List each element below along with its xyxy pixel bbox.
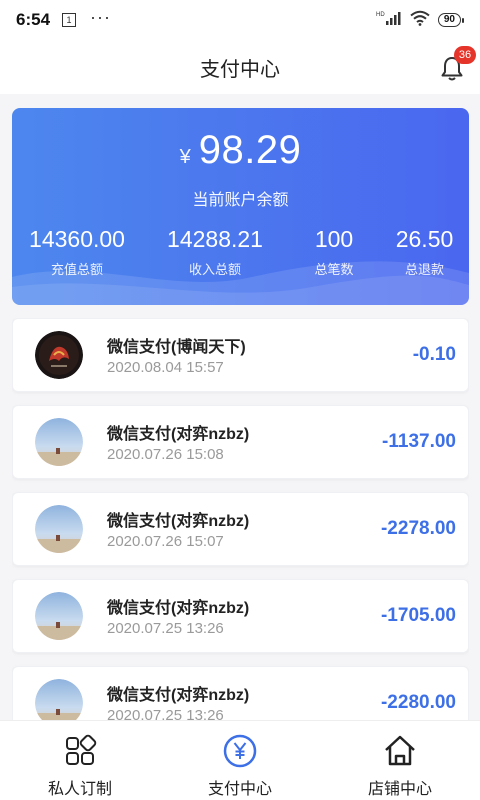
stat-value: 100 [314,226,354,252]
transaction-item[interactable]: 微信支付(对弈nzbz) 2020.07.26 15:08 -1137.00 [12,405,469,479]
sim-icon: 1 [62,13,77,27]
more-dots-icon: ··· [90,6,112,27]
transaction-title: 微信支付(对弈nzbz) [107,600,250,617]
app-header: 支付中心 36 [0,40,480,94]
transaction-amount: -0.10 [412,344,456,365]
stat-label: 总退款 [404,262,444,277]
stat-value: 14288.21 [167,226,263,252]
stat-value: 26.50 [395,226,454,252]
grid-icon [66,734,97,765]
nav-label: 私人订制 [47,781,112,798]
stats-row: 14360.00 充值总额 14288.21 收入总额 100 总笔数 26.5… [12,226,469,278]
status-indicators: HD 90 [376,10,464,31]
transaction-title: 微信支付(对弈nzbz) [107,426,250,443]
stat-count: 100 总笔数 [288,226,380,278]
battery-icon: 90 [437,13,464,27]
transaction-time: 2020.07.26 15:08 [107,446,224,463]
balance-card: ¥ 98.29 当前账户余额 14360.00 充值总额 14288.21 收入… [12,108,469,305]
stat-label: 收入总额 [188,262,241,277]
nav-item-shop[interactable]: 店铺中心 [320,721,480,800]
avatar [35,505,83,553]
transaction-item[interactable]: 微信支付(博闻天下) 2020.08.04 15:57 -0.10 [12,318,469,392]
transaction-time: 2020.07.26 15:07 [107,533,224,550]
stat-value: 14360.00 [29,226,125,252]
nav-label: 支付中心 [207,781,272,798]
network-type-label: HD [376,12,385,18]
transaction-title: 微信支付(对弈nzbz) [107,687,250,704]
transaction-time: 2020.07.25 13:26 [107,620,224,637]
avatar [35,679,83,720]
transaction-amount: -1137.00 [382,431,456,452]
status-time: 6:54 [16,10,51,29]
transaction-item[interactable]: 微信支付(对弈nzbz) 2020.07.25 13:26 -2280.00 [12,666,469,720]
nav-item-custom[interactable]: 私人订制 [0,721,160,800]
stat-income-total: 14288.21 收入总额 [142,226,288,278]
home-icon [385,735,415,766]
transaction-time: 2020.07.25 13:26 [107,707,224,720]
stat-label: 充值总额 [50,262,103,277]
balance-label: 当前账户余额 [192,192,289,209]
bottom-nav: 私人订制 支付中心 店铺中心 [0,720,480,800]
avatar [35,331,83,379]
nav-item-payment[interactable]: 支付中心 [160,721,320,800]
balance-amount: 98.29 [198,128,302,172]
avatar [35,418,83,466]
transaction-title: 微信支付(博闻天下) [107,339,246,356]
stat-recharge-total: 14360.00 充值总额 [12,226,142,278]
status-bar: 6:54 1 ··· HD 90 [0,0,480,40]
transaction-amount: -2278.00 [380,518,456,539]
stat-label: 总笔数 [314,262,354,277]
signal-icon: HD [376,10,402,31]
transaction-item[interactable]: 微信支付(对弈nzbz) 2020.07.25 13:26 -1705.00 [12,579,469,653]
page-title: 支付中心 [200,58,280,81]
balance-row: ¥ 98.29 [12,128,469,173]
currency-symbol: ¥ [179,146,191,168]
stat-refund-total: 26.50 总退款 [380,226,469,278]
transaction-time: 2020.08.04 15:57 [107,359,224,376]
transaction-list[interactable]: 微信支付(博闻天下) 2020.08.04 15:57 -0.10 微信支付(对… [12,318,469,720]
battery-level: 90 [437,13,461,27]
yen-circle-icon [223,734,257,768]
nav-label: 店铺中心 [367,781,432,798]
wifi-icon [410,10,430,31]
transaction-item[interactable]: 微信支付(对弈nzbz) 2020.07.26 15:07 -2278.00 [12,492,469,566]
transaction-title: 微信支付(对弈nzbz) [107,513,250,530]
notification-badge: 36 [454,46,476,64]
transaction-amount: -2280.00 [380,692,456,713]
avatar [35,592,83,640]
transaction-amount: -1705.00 [380,605,456,626]
